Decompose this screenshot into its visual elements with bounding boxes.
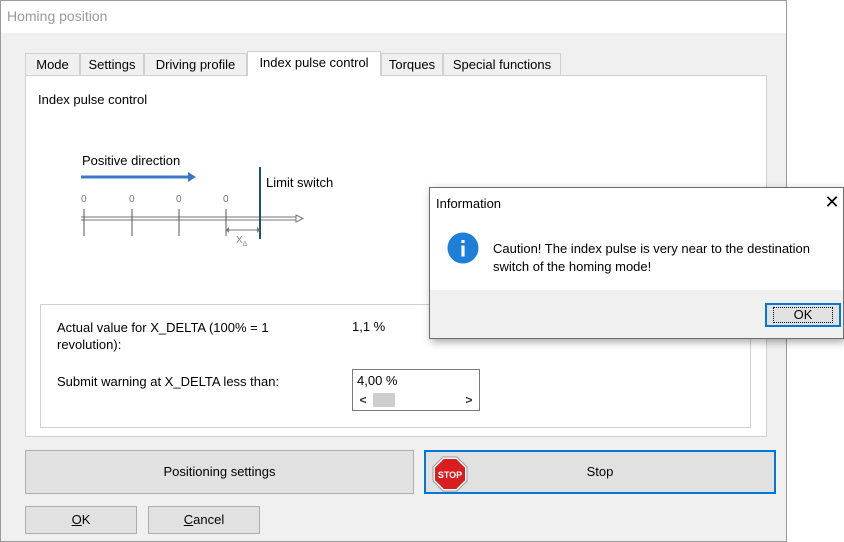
cancel-button[interactable]: Cancel (148, 506, 260, 534)
tab-index-pulse-control[interactable]: Index pulse control (247, 51, 381, 76)
actual-value: 1,1 % (352, 319, 386, 334)
tab-driving-profile[interactable]: Driving profile (144, 53, 247, 75)
tab-torques[interactable]: Torques (381, 53, 443, 75)
warning-threshold-scrollbar[interactable]: < > (355, 392, 477, 408)
dialog-title: Information (436, 196, 502, 211)
dialog-message: Caution! The index pulse is very near to… (493, 241, 811, 274)
ok-button[interactable]: OK (25, 506, 137, 534)
limit-switch-label: Limit switch (266, 175, 334, 190)
warning-threshold-label: Submit warning at X_DELTA less than: (57, 374, 280, 389)
cancel-mnemonic: C (183, 512, 194, 527)
tab-settings[interactable]: Settings (80, 53, 144, 75)
warning-threshold-input[interactable]: 4,00 % < > (352, 369, 480, 411)
ok-label-rest: K (81, 512, 91, 527)
positioning-settings-button[interactable]: Positioning settings (25, 450, 414, 494)
tick-label: 0 (223, 194, 229, 205)
tab-mode[interactable]: Mode (25, 53, 80, 75)
scroll-left-arrow[interactable]: < (355, 392, 371, 408)
warning-threshold-value: 4,00 % (357, 373, 398, 388)
stop-sign-text: STOP (438, 470, 462, 480)
panel-title: Index pulse control (38, 92, 148, 107)
positive-direction-label: Positive direction (82, 153, 181, 168)
dialog-footer: OK (430, 290, 843, 338)
delta-label-subscript: Δ (242, 241, 248, 248)
delta-label-x: X (236, 235, 243, 246)
tab-special-functions[interactable]: Special functions (443, 53, 561, 75)
ok-mnemonic: O (71, 512, 82, 527)
stop-button-label: Stop (586, 464, 614, 479)
window-title: Homing position (1, 1, 786, 33)
tick-label: 0 (176, 194, 182, 205)
stop-button[interactable]: STOP Stop (424, 450, 776, 494)
scroll-right-arrow[interactable]: > (461, 392, 477, 408)
info-icon (447, 232, 479, 264)
direction-arrow-head (188, 172, 196, 182)
tick-label: 0 (129, 194, 135, 205)
actual-value-label: Actual value for X_DELTA (100% = 1 revol… (57, 320, 269, 352)
dialog-ok-button[interactable]: OK (765, 303, 841, 327)
information-dialog: Information ✕ Caution! The index pulse i… (429, 187, 844, 339)
dialog-ok-label: OK (772, 307, 834, 323)
index-pulse-diagram: Positive direction Limit switch 0 0 0 0 … (76, 151, 366, 251)
cancel-label-rest: ancel (193, 512, 225, 527)
tick-label: 0 (81, 194, 87, 205)
delta-label: XΔ (236, 235, 247, 248)
scroll-thumb[interactable] (373, 393, 395, 407)
stop-sign-icon: STOP (432, 456, 468, 492)
close-icon[interactable]: ✕ (823, 192, 841, 212)
axis-arrow-head (295, 214, 305, 223)
